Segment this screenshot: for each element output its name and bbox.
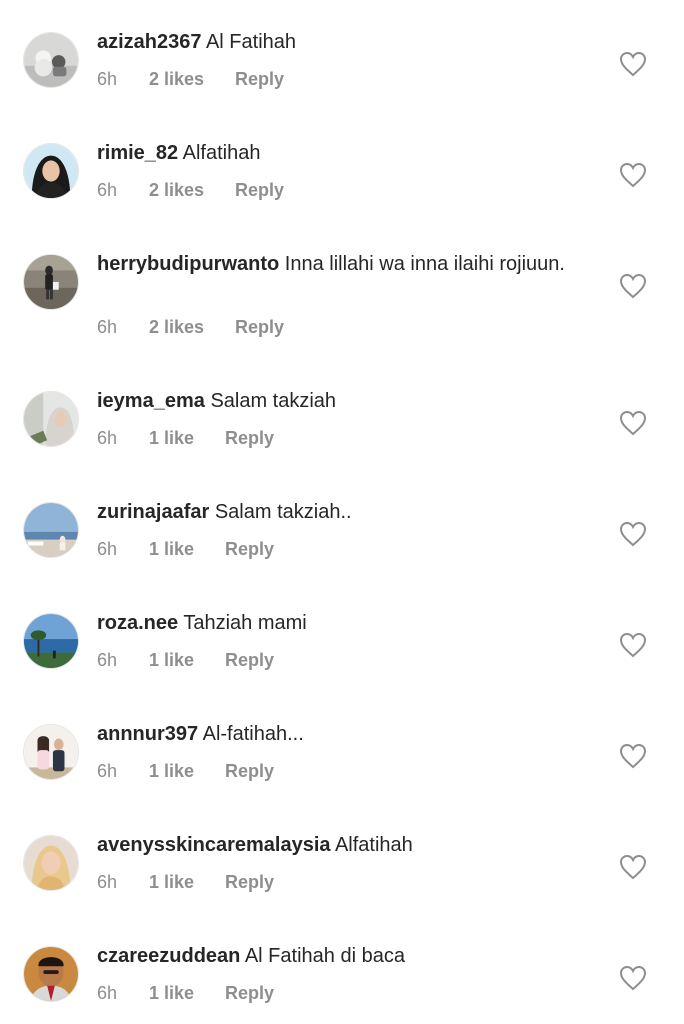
comment-username[interactable]: roza.nee	[97, 612, 178, 634]
comment-text: Salam takziah..	[214, 501, 352, 523]
comment-likes[interactable]: 1 like	[149, 981, 194, 1005]
reply-button[interactable]: Reply	[235, 315, 284, 339]
heart-icon[interactable]	[619, 273, 647, 299]
comment-username[interactable]: zurinajaafar	[97, 501, 209, 523]
comment-likes[interactable]: 1 like	[149, 759, 194, 783]
reply-button[interactable]: Reply	[225, 981, 274, 1005]
avatar[interactable]	[23, 254, 79, 310]
comment-time: 6h	[97, 650, 118, 670]
comment-text: Tahziah mami	[183, 612, 307, 634]
heart-icon[interactable]	[619, 51, 647, 77]
comments-list: azizah2367 Al Fatihah 6h 2 likes Reply rim…	[0, 0, 684, 1024]
comment-time: 6h	[97, 761, 118, 781]
comment-text: Alfatihah	[334, 834, 413, 856]
avatar[interactable]	[23, 391, 79, 447]
heart-icon[interactable]	[619, 632, 647, 658]
comment-likes[interactable]: 1 like	[149, 870, 194, 894]
avatar[interactable]	[23, 835, 79, 891]
reply-button[interactable]: Reply	[225, 537, 274, 561]
comment-likes[interactable]: 2 likes	[149, 178, 204, 202]
comment-text: Al-fatihah...	[202, 723, 304, 745]
comment-text: Al Fatihah	[205, 31, 297, 53]
avatar[interactable]	[23, 946, 79, 1002]
heart-icon[interactable]	[619, 521, 647, 547]
reply-button[interactable]: Reply	[225, 648, 274, 672]
comment-time: 6h	[97, 872, 118, 892]
comment-username[interactable]: avenysskincaremalaysia	[97, 834, 331, 856]
reply-button[interactable]: Reply	[235, 67, 284, 91]
comment-username[interactable]: rimie_82	[97, 142, 178, 164]
reply-button[interactable]: Reply	[225, 426, 274, 450]
reply-button[interactable]: Reply	[225, 759, 274, 783]
avatar[interactable]	[23, 502, 79, 558]
comment-text: Salam takziah	[210, 390, 337, 412]
heart-icon[interactable]	[619, 965, 647, 991]
comment-likes[interactable]: 1 like	[149, 537, 194, 561]
comment-time: 6h	[97, 539, 118, 559]
comment-username[interactable]: ieyma_ema	[97, 390, 205, 412]
avatar[interactable]	[23, 143, 79, 199]
avatar[interactable]	[23, 613, 79, 669]
reply-button[interactable]: Reply	[235, 178, 284, 202]
heart-icon[interactable]	[619, 854, 647, 880]
avatar[interactable]	[23, 724, 79, 780]
comment-time: 6h	[97, 69, 118, 89]
heart-icon[interactable]	[619, 743, 647, 769]
comment-text: Alfatihah	[182, 142, 261, 164]
comment-username[interactable]: annnur397	[97, 723, 198, 745]
heart-icon[interactable]	[619, 162, 647, 188]
comment-time: 6h	[97, 180, 118, 200]
heart-icon[interactable]	[619, 410, 647, 436]
comment-likes[interactable]: 1 like	[149, 648, 194, 672]
comment-likes[interactable]: 1 like	[149, 426, 194, 450]
comment-time: 6h	[97, 428, 118, 448]
comment-time: 6h	[97, 317, 118, 337]
comment-text: Inna lillahi wa inna ilaihi rojiuun.	[284, 253, 565, 275]
comment-username[interactable]: azizah2367	[97, 31, 202, 53]
comment-username[interactable]: czareezuddean	[97, 945, 240, 967]
comment-likes[interactable]: 2 likes	[149, 315, 204, 339]
reply-button[interactable]: Reply	[225, 870, 274, 894]
comment-text: Al Fatihah di baca	[244, 945, 405, 967]
comment-username[interactable]: herrybudipurwanto	[97, 253, 279, 275]
avatar[interactable]	[23, 32, 79, 88]
comment-likes[interactable]: 2 likes	[149, 67, 204, 91]
comment-time: 6h	[97, 983, 118, 1003]
